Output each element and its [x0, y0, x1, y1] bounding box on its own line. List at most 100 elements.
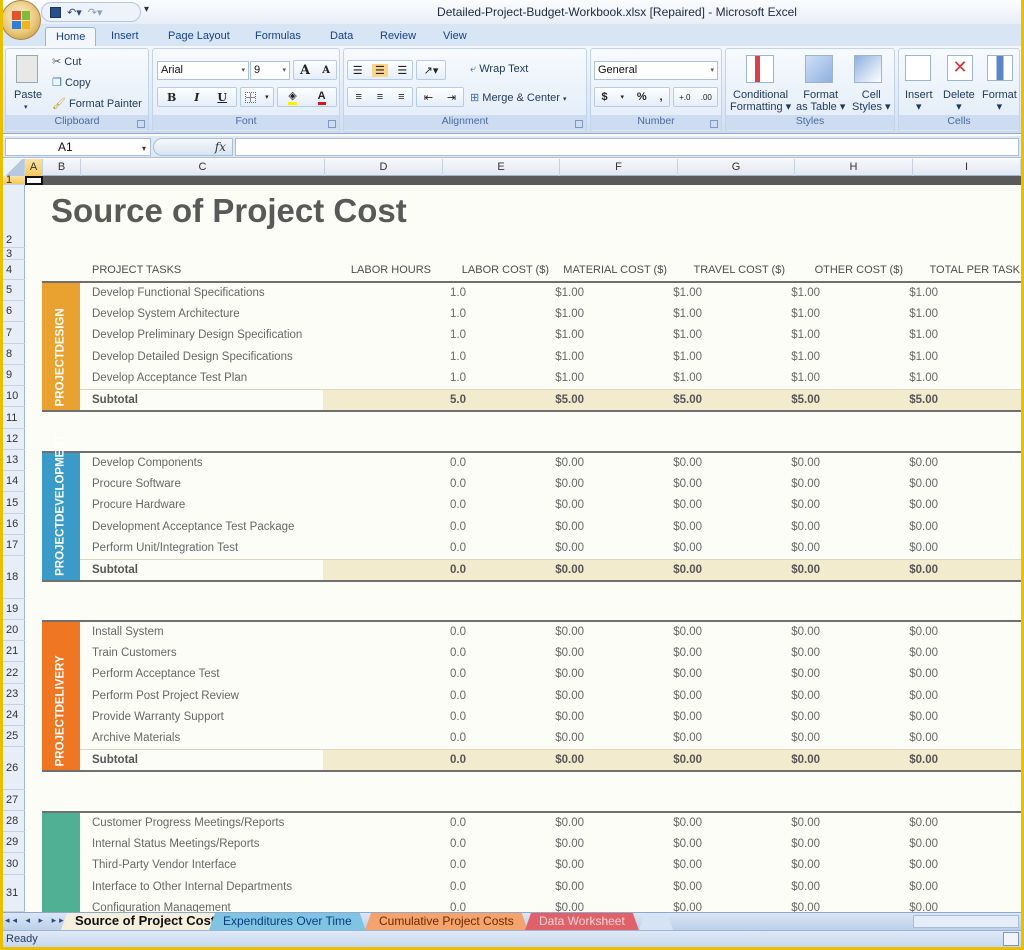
material-cost-cell[interactable]: $0.00	[673, 542, 702, 554]
travel-cost-cell[interactable]: $0.00	[791, 902, 820, 912]
material-cost-cell[interactable]: $0.00	[673, 838, 702, 850]
align-middle-icon[interactable]: ☰	[372, 63, 388, 77]
material-cost-cell[interactable]: $0.00	[673, 817, 702, 829]
task-name-cell[interactable]: Procure Hardware	[92, 499, 185, 511]
other-cost-cell[interactable]: $0.00	[909, 647, 938, 659]
task-name-cell[interactable]: Install System	[92, 626, 164, 638]
column-header-f[interactable]: F	[560, 159, 678, 176]
material-cost-cell[interactable]: $0.00	[673, 521, 702, 533]
travel-cost-cell[interactable]: $0.00	[791, 542, 820, 554]
other-cost-cell[interactable]: $1.00	[909, 372, 938, 384]
insert-cells-button[interactable]: Insert ▾	[901, 53, 939, 113]
other-cost-cell[interactable]: $0.00	[909, 754, 938, 766]
travel-cost-cell[interactable]: $0.00	[791, 478, 820, 490]
row-header-1[interactable]: 1	[3, 175, 25, 186]
clipboard-launcher-icon[interactable]	[137, 120, 145, 128]
active-cell-a1[interactable]	[25, 176, 43, 185]
copy-button[interactable]: ❐ Copy	[52, 76, 91, 89]
column-header-i[interactable]: I	[913, 159, 1021, 176]
align-center-icon[interactable]: ≡	[377, 91, 383, 103]
percent-button[interactable]: %	[637, 91, 647, 103]
travel-cost-cell[interactable]: $0.00	[791, 457, 820, 469]
format-as-table-button[interactable]: Format as Table ▾	[796, 53, 845, 113]
labor-hours-cell[interactable]: 0.0	[450, 754, 466, 766]
task-name-cell[interactable]: Development Acceptance Test Package	[92, 521, 294, 533]
other-cost-cell[interactable]: $0.00	[909, 859, 938, 871]
task-name-cell[interactable]: Interface to Other Internal Departments	[92, 881, 292, 893]
other-cost-cell[interactable]: $1.00	[909, 287, 938, 299]
material-cost-cell[interactable]: $0.00	[673, 711, 702, 723]
labor-cost-cell[interactable]: $0.00	[555, 499, 584, 511]
task-name-cell[interactable]: Perform Acceptance Test	[92, 668, 220, 680]
travel-cost-cell[interactable]: $0.00	[791, 817, 820, 829]
material-cost-cell[interactable]: $0.00	[673, 754, 702, 766]
travel-cost-cell[interactable]: $0.00	[791, 521, 820, 533]
task-name-cell[interactable]: Third-Party Vendor Interface	[92, 859, 236, 871]
row-header-13[interactable]: 13	[3, 450, 25, 471]
task-name-cell[interactable]: Perform Post Project Review	[92, 690, 239, 702]
labor-cost-cell[interactable]: $0.00	[555, 626, 584, 638]
labor-cost-cell[interactable]: $1.00	[555, 287, 584, 299]
horizontal-scrollbar[interactable]	[913, 915, 1019, 928]
align-top-icon[interactable]: ☰	[353, 64, 363, 77]
underline-button[interactable]: U	[217, 91, 227, 104]
labor-cost-cell[interactable]: $0.00	[555, 732, 584, 744]
fill-color-icon[interactable]: ◈	[288, 90, 297, 105]
align-bottom-icon[interactable]: ☰	[397, 64, 407, 77]
row-header-29[interactable]: 29	[3, 832, 25, 853]
column-header-g[interactable]: G	[678, 159, 795, 176]
labor-cost-cell[interactable]: $1.00	[555, 308, 584, 320]
labor-cost-cell[interactable]: $0.00	[555, 647, 584, 659]
row-header-7[interactable]: 7	[3, 322, 25, 344]
increase-decimal-button[interactable]: +.0	[679, 93, 690, 102]
row-header-15[interactable]: 15	[3, 492, 25, 514]
other-cost-cell[interactable]: $0.00	[909, 499, 938, 511]
delete-cells-button[interactable]: ✕ Delete ▾	[941, 53, 979, 113]
row-header-25[interactable]: 25	[3, 726, 25, 747]
material-cost-cell[interactable]: $0.00	[673, 732, 702, 744]
row-header-31[interactable]: 31	[3, 875, 25, 912]
row-header-3[interactable]: 3	[3, 248, 25, 260]
travel-cost-cell[interactable]: $1.00	[791, 372, 820, 384]
italic-button[interactable]: I	[194, 91, 199, 104]
bold-button[interactable]: B	[167, 91, 176, 104]
material-cost-cell[interactable]: $1.00	[673, 351, 702, 363]
material-cost-cell[interactable]: $5.00	[673, 394, 702, 406]
column-header-a[interactable]: A	[25, 159, 43, 176]
decrease-decimal-button[interactable]: .00	[701, 93, 712, 102]
other-cost-cell[interactable]: $0.00	[909, 732, 938, 744]
material-cost-cell[interactable]: $1.00	[673, 329, 702, 341]
other-cost-cell[interactable]: $0.00	[909, 668, 938, 680]
labor-cost-cell[interactable]: $0.00	[555, 478, 584, 490]
name-box-dropdown-icon[interactable]: ▾	[142, 141, 146, 157]
column-header-b[interactable]: B	[43, 159, 81, 176]
labor-hours-cell[interactable]: 0.0	[450, 499, 466, 511]
task-name-cell[interactable]: Perform Unit/Integration Test	[92, 542, 238, 554]
row-header-14[interactable]: 14	[3, 471, 25, 492]
font-launcher-icon[interactable]	[328, 120, 336, 128]
travel-cost-cell[interactable]: $0.00	[791, 711, 820, 723]
align-left-icon[interactable]: ≡	[355, 91, 361, 103]
row-header-16[interactable]: 16	[3, 514, 25, 535]
labor-hours-cell[interactable]: 0.0	[450, 626, 466, 638]
material-cost-cell[interactable]: $0.00	[673, 902, 702, 912]
travel-cost-cell[interactable]: $0.00	[791, 668, 820, 680]
column-header-e[interactable]: E	[443, 159, 560, 176]
task-name-cell[interactable]: Develop System Architecture	[92, 308, 240, 320]
travel-cost-cell[interactable]: $0.00	[791, 859, 820, 871]
task-name-cell[interactable]: Procure Software	[92, 478, 181, 490]
other-cost-cell[interactable]: $0.00	[909, 711, 938, 723]
labor-hours-cell[interactable]: 0.0	[450, 859, 466, 871]
row-header-17[interactable]: 17	[3, 535, 25, 556]
comma-button[interactable]: ,	[659, 91, 662, 103]
row-header-9[interactable]: 9	[3, 365, 25, 386]
tab-home[interactable]: Home	[45, 27, 97, 46]
merge-center-button[interactable]: ⊞ Merge & Center ▾	[470, 91, 567, 104]
labor-cost-cell[interactable]: $1.00	[555, 351, 584, 363]
material-cost-cell[interactable]: $0.00	[673, 478, 702, 490]
labor-hours-cell[interactable]: 0.0	[450, 457, 466, 469]
travel-cost-cell[interactable]: $0.00	[791, 564, 820, 576]
labor-hours-cell[interactable]: 0.0	[450, 668, 466, 680]
row-header-21[interactable]: 21	[3, 641, 25, 662]
material-cost-cell[interactable]: $0.00	[673, 881, 702, 893]
